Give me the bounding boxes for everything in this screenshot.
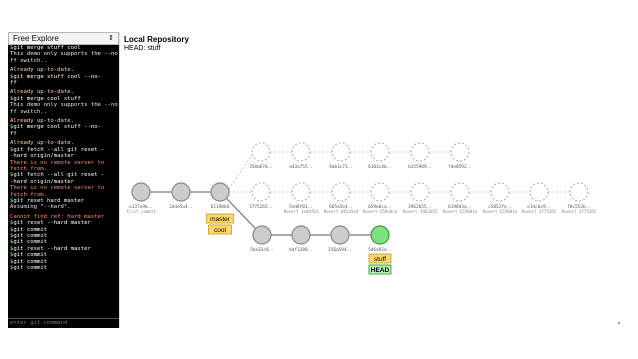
- commit-message-label: Revert 3962b55: [403, 209, 438, 214]
- commit-edge: [225, 197, 257, 230]
- commit-id-label: 5ba33c8..: [250, 247, 274, 253]
- console-line-text: git fetch --all git reset -: [13, 172, 105, 179]
- console-line-text: git commit: [13, 252, 48, 259]
- console-line-text: This demo only supports the --no-: [10, 102, 118, 109]
- console-line-text: git merge cool stuff: [13, 95, 81, 102]
- commit-message-label: Revert 6198d3a: [443, 209, 478, 214]
- commit-id-label: bdf3280..: [289, 247, 313, 253]
- mode-dropdown-value: Free Explore: [13, 34, 59, 43]
- commit-id-label: 9ab3c73..: [329, 164, 353, 170]
- dangling-commit-node[interactable]: [291, 142, 311, 162]
- console-line-text: git commit: [13, 265, 48, 271]
- commit-message-label: Revert 3ed8f01: [284, 209, 319, 214]
- console-line-text: fetch from.: [10, 165, 48, 172]
- branch-tag-label: master: [210, 216, 231, 223]
- commit-node[interactable]: [210, 182, 230, 202]
- dangling-commit-node[interactable]: [490, 182, 510, 202]
- commit-message-label: Revert 665a5e4: [324, 209, 359, 214]
- commit-id-label: 5d6a92e..: [368, 247, 392, 253]
- console-line-text: git commit: [13, 226, 48, 233]
- commit-id-label: fde0592..: [448, 164, 472, 170]
- commit-message-label: Revert 659e6ca: [363, 209, 398, 214]
- commit-node[interactable]: [291, 225, 311, 245]
- console-panel: Free Explore ⇕ $git merge stuff cool This…: [8, 32, 119, 328]
- console-line-text: git commit: [13, 258, 48, 265]
- console-line-text: This demo only supports the --no-: [10, 51, 118, 58]
- dangling-commit-node[interactable]: [450, 142, 470, 162]
- console-line-text: Assuming "--hard".: [10, 204, 71, 211]
- console-line-text: fetch from.: [10, 191, 48, 198]
- git-command-input[interactable]: enter git command: [8, 318, 119, 328]
- console-line-text: Already up-to-date.: [10, 67, 74, 74]
- commit-id-label: 61198b4: [211, 204, 230, 210]
- branch-tag-label: stuff: [374, 256, 386, 263]
- console-line-text: git merge cool stuff --no-: [13, 124, 101, 131]
- dangling-commit-node[interactable]: [331, 142, 351, 162]
- console-line-text: Already up-to-date.: [10, 118, 74, 125]
- commit-node[interactable]: [330, 225, 350, 245]
- commit-node[interactable]: [131, 182, 151, 202]
- mode-dropdown[interactable]: Free Explore ⇕: [8, 32, 119, 45]
- console-line-text: git fetch --all git reset -: [13, 146, 105, 153]
- dangling-commit-node[interactable]: [251, 142, 271, 162]
- head-tag-label: HEAD: [371, 267, 390, 274]
- console-line-text: ff switch..: [10, 57, 48, 64]
- commit-id-label: a43a755..: [289, 164, 313, 170]
- console-line-text: -hard origin/master: [10, 153, 74, 160]
- console-line-text: git reset --hard master: [13, 245, 91, 252]
- dangling-commit-node[interactable]: [410, 142, 430, 162]
- console-line-text: There is no remote server to: [10, 185, 105, 192]
- dangling-commit-node[interactable]: [450, 182, 470, 202]
- repository-view: Local Repository HEAD: stuff 358a670.. a4…: [119, 32, 624, 328]
- commit-id-label: 358a670..: [249, 164, 273, 170]
- dangling-commit-node[interactable]: [410, 182, 430, 202]
- console-line-text: There is no remote server to: [10, 159, 105, 166]
- console-command-line: $git commit: [10, 265, 118, 271]
- console-output: $git merge stuff cool This demo only supp…: [10, 45, 118, 317]
- dangling-commit-node[interactable]: [370, 182, 390, 202]
- dropdown-arrows-icon: ⇕: [108, 34, 114, 42]
- console-line-text: ff: [10, 130, 17, 137]
- dangling-commit-node[interactable]: [251, 182, 271, 202]
- dangling-commit-node[interactable]: [529, 182, 549, 202]
- dashed-edge: [228, 154, 253, 190]
- commit-message-label: first commit: [126, 209, 156, 214]
- console-line-text: Cannot find ref: hard master: [10, 213, 105, 220]
- resize-dot: [618, 322, 620, 324]
- console-line-text: git commit: [13, 232, 48, 239]
- head-commit-node[interactable]: [370, 225, 390, 245]
- console-line-text: ff: [10, 80, 17, 87]
- console-line-text: -hard origin/master: [10, 178, 74, 185]
- console-line-text: git reset hard master: [13, 197, 85, 204]
- commit-message-label: Revert 6198d3a: [483, 209, 518, 214]
- commit-message-label: Revert 3775265: [562, 209, 597, 214]
- console-line-text: git merge stuff cool --no-: [13, 73, 101, 80]
- dangling-commit-node[interactable]: [291, 182, 311, 202]
- console-line-text: Already up-to-date.: [10, 140, 74, 147]
- console-line-text: git commit: [13, 239, 48, 246]
- console-line-text: Already up-to-date.: [10, 89, 74, 96]
- commit-graph: 358a670.. a43a755.. 9ab3c73.. 6103c4b.. b355…: [126, 142, 597, 275]
- dangling-commit-node[interactable]: [331, 182, 351, 202]
- console-line-text: git reset --hard master: [13, 220, 91, 227]
- dangling-commit-node[interactable]: [569, 182, 589, 202]
- commit-message-label: Revert 3775265: [522, 209, 557, 214]
- commit-id-label: 2dde5a4..: [169, 204, 193, 210]
- commit-node[interactable]: [171, 182, 191, 202]
- console-line-text: ff switch..: [10, 108, 48, 115]
- commit-id-label: b355989..: [408, 164, 432, 170]
- branch-tag-label: cool: [214, 227, 226, 234]
- console-line-text: git merge stuff cool: [13, 45, 81, 51]
- commit-node[interactable]: [252, 225, 272, 245]
- dangling-commit-node[interactable]: [370, 142, 390, 162]
- commit-id-label: 6103c4b..: [368, 164, 392, 170]
- commit-id-label: 3775265..: [249, 204, 273, 210]
- commit-id-label: 156a594..: [328, 247, 352, 253]
